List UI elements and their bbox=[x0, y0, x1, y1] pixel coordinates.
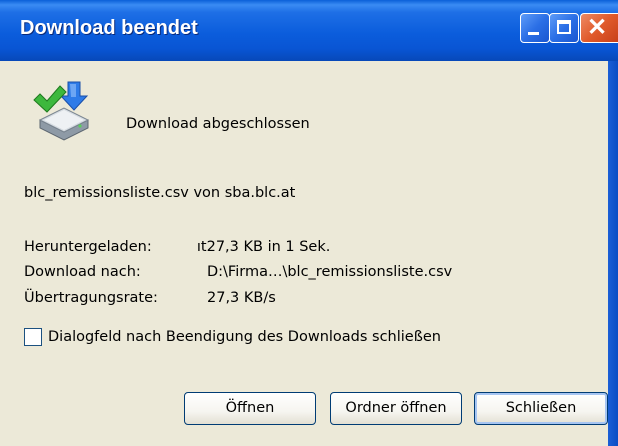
close-button[interactable]: Schließen bbox=[474, 392, 608, 425]
download-complete-icon bbox=[30, 80, 92, 142]
close-when-done-label[interactable]: Dialogfeld nach Beendigung des Downloads… bbox=[48, 329, 441, 345]
window-title: Download beendet bbox=[20, 17, 198, 39]
open-button[interactable]: Öffnen bbox=[184, 392, 316, 425]
download-dialog: Download beendet ✕ Download abgeschlosse… bbox=[0, 0, 618, 446]
downloaded-label: Heruntergeladen: bbox=[24, 239, 152, 255]
maximize-button[interactable] bbox=[549, 13, 579, 43]
rate-label: Übertragungsrate: bbox=[24, 290, 158, 306]
downloaded-value: ıt27,3 KB in 1 Sek. bbox=[194, 239, 331, 255]
minimize-button[interactable] bbox=[520, 13, 550, 43]
open-folder-button[interactable]: Ordner öffnen bbox=[330, 392, 462, 425]
file-source: blc_remissionsliste.csv von sba.blc.at bbox=[24, 185, 296, 201]
close-window-button[interactable]: ✕ bbox=[580, 13, 618, 43]
maximize-icon bbox=[557, 20, 571, 34]
window-right-border bbox=[608, 61, 618, 446]
minimize-icon bbox=[528, 32, 539, 35]
target-label: Download nach: bbox=[24, 264, 141, 280]
close-when-done-checkbox[interactable] bbox=[24, 328, 42, 346]
close-icon: ✕ bbox=[587, 14, 608, 41]
target-path-value: D:\Firma…\blc_remissionsliste.csv bbox=[207, 264, 453, 280]
status-message: Download abgeschlossen bbox=[126, 116, 310, 132]
rate-value: 27,3 KB/s bbox=[207, 290, 276, 306]
title-bar[interactable]: Download beendet ✕ bbox=[0, 0, 618, 61]
